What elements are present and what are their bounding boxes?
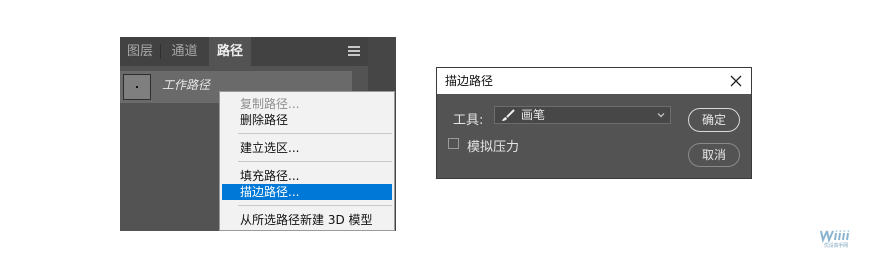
simulate-pressure-label: 模拟压力 <box>467 140 520 155</box>
dialog-titlebar: 描边路径 <box>437 68 751 94</box>
menu-item-stroke-path[interactable]: 描边路径... <box>222 184 392 200</box>
context-menu: 复制路径... 删除路径 建立选区... 填充路径... 描边路径... 从所选… <box>219 91 395 231</box>
panel-tab-bar: 图层 通道 路径 <box>120 37 368 66</box>
menu-item-make-selection[interactable]: 建立选区... <box>222 140 392 156</box>
cancel-button[interactable]: 取消 <box>688 143 740 167</box>
tool-label: 工具: <box>453 113 484 128</box>
hamburger-menu-icon[interactable] <box>348 46 360 57</box>
brush-icon <box>502 109 515 121</box>
ok-button[interactable]: 确定 <box>688 108 740 132</box>
menu-divider <box>238 161 392 162</box>
path-name: 工作路径 <box>162 78 211 92</box>
menu-divider <box>238 133 392 134</box>
stroke-path-dialog: 描边路径 工具: 画笔 模拟压力 确定 取消 <box>436 67 752 179</box>
simulate-pressure-checkbox[interactable] <box>448 138 459 149</box>
uiiii-logo <box>820 230 850 244</box>
tab-layers[interactable]: 图层 <box>120 37 160 66</box>
watermark-logo: 优设高手网 <box>818 228 854 250</box>
menu-item-duplicate-path[interactable]: 复制路径... <box>222 96 392 112</box>
menu-item-delete-path[interactable]: 删除路径 <box>222 112 392 128</box>
tool-select[interactable]: 画笔 <box>494 106 671 124</box>
tab-paths[interactable]: 路径 <box>209 37 251 66</box>
chevron-down-icon <box>657 113 665 118</box>
watermark-text: 优设高手网 <box>823 243 848 249</box>
menu-item-new-3d-model[interactable]: 从所选路径新建 3D 模型 <box>222 212 392 228</box>
path-thumbnail <box>123 74 151 100</box>
tab-channels[interactable]: 通道 <box>161 37 208 66</box>
screenshot-canvas: 图层 通道 路径 工作路径 复制路径... 删除路径 建立选区... 填充路径.… <box>0 0 870 273</box>
menu-item-fill-path[interactable]: 填充路径... <box>222 168 392 184</box>
menu-divider <box>238 205 392 206</box>
close-icon[interactable] <box>729 74 743 88</box>
tool-select-value: 画笔 <box>521 108 546 122</box>
dialog-title: 描边路径 <box>445 74 494 88</box>
